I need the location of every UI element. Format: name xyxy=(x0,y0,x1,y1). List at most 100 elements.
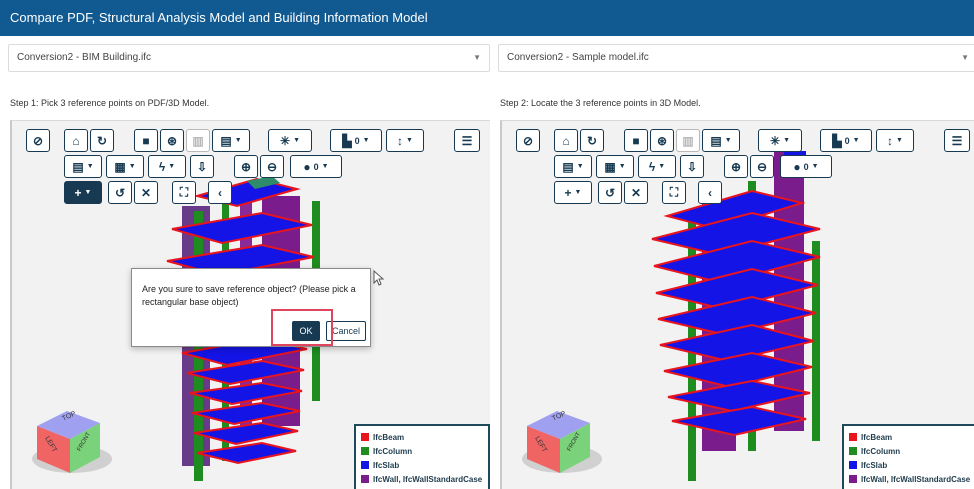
comment-count: 0 xyxy=(803,161,809,172)
column-swatch xyxy=(849,447,857,455)
legend-item-slab: IfcSlab xyxy=(361,458,483,472)
legend-item-beam: IfcBeam xyxy=(849,430,971,444)
legend: IfcBeam IfcColumn IfcSlab IfcWall, IfcWa… xyxy=(842,424,974,489)
title-bar: Compare PDF, Structural Analysis Model a… xyxy=(0,0,974,36)
wall-swatch xyxy=(361,475,369,483)
comments-button[interactable]: ● 0 ▼ xyxy=(290,155,342,178)
import-button[interactable]: ⇩ xyxy=(680,155,704,178)
list-button[interactable]: ☰ xyxy=(454,129,480,152)
legend-item-slab: IfcSlab xyxy=(849,458,971,472)
chevron-down-icon: ▼ xyxy=(658,163,666,170)
square-icon: ■ xyxy=(632,133,640,148)
building-icon: ▥ xyxy=(682,133,694,148)
left-file-select[interactable]: Conversion2 - BIM Building.ifc ▼ xyxy=(8,44,490,72)
pdf-button[interactable]: ▙ 0 ▼ xyxy=(330,129,382,152)
lightning-icon: ϟ xyxy=(648,159,656,174)
chevron-down-icon: ▼ xyxy=(406,137,413,144)
right-3d-viewer[interactable]: TOP LEFT FRONT ⊘ ⌂ ↻ ■ ⊛ ▥ ▤ ▼ ✳ ▼ ▙ 0 ▼ ↕ ▼ … xyxy=(500,120,974,489)
analysis-button[interactable]: ϟ ▼ xyxy=(638,155,676,178)
cancel-button[interactable]: Cancel xyxy=(326,321,366,341)
refresh-button[interactable]: ↻ xyxy=(90,129,114,152)
chevron-down-icon: ▼ xyxy=(86,163,94,170)
compass-button[interactable]: ⊘ xyxy=(516,129,540,152)
cube-icon: ⊛ xyxy=(656,133,668,148)
chevron-down-icon: ▼ xyxy=(896,137,903,144)
list-icon: ☰ xyxy=(461,133,473,148)
wireframe-button[interactable]: ⊛ xyxy=(650,129,674,152)
pdf-button[interactable]: ▙ 0 ▼ xyxy=(820,129,872,152)
import-button[interactable]: ⇩ xyxy=(190,155,214,178)
right-file-select-value: Conversion2 - Sample model.ifc xyxy=(507,52,649,63)
pdf-count: 0 xyxy=(354,135,360,146)
vertical-arrows-icon: ↕ xyxy=(887,133,894,148)
zoom-in-button[interactable]: ⊕ xyxy=(724,155,748,178)
floor-plan-button[interactable]: ▤ ▼ xyxy=(212,129,250,152)
chevron-down-icon: ▼ xyxy=(783,137,790,144)
dialog-message: Are you sure to save reference object? (… xyxy=(142,284,356,307)
floor-plan-button[interactable]: ▤ ▼ xyxy=(702,129,740,152)
chevron-down-icon: ▼ xyxy=(811,163,819,170)
grid-button[interactable]: ▦ ▼ xyxy=(596,155,634,178)
home-button[interactable]: ⌂ xyxy=(554,129,578,152)
zoom-out-button[interactable]: ⊖ xyxy=(750,155,774,178)
legend-item-beam: IfcBeam xyxy=(361,430,483,444)
museum-button[interactable]: ▥ xyxy=(186,129,210,152)
legend-label: IfcBeam xyxy=(861,432,893,442)
collapse-button[interactable]: ‹ xyxy=(698,181,722,204)
legend-label: IfcSlab xyxy=(373,460,400,470)
solid-view-button[interactable]: ■ xyxy=(624,129,648,152)
close-icon: ✕ xyxy=(630,185,642,200)
solid-view-button[interactable]: ■ xyxy=(134,129,158,152)
comment-icon: ● xyxy=(303,159,311,174)
undo-button[interactable]: ↺ xyxy=(108,181,132,204)
undo-button[interactable]: ↺ xyxy=(598,181,622,204)
comments-button[interactable]: ● 0 ▼ xyxy=(780,155,832,178)
height-button[interactable]: ↕ ▼ xyxy=(386,129,424,152)
analysis-button[interactable]: ϟ ▼ xyxy=(148,155,186,178)
wall-swatch xyxy=(849,475,857,483)
pdf-icon: ▙ xyxy=(342,133,352,148)
home-button[interactable]: ⌂ xyxy=(64,129,88,152)
collapse-button[interactable]: ‹ xyxy=(208,181,232,204)
vertical-arrows-icon: ↕ xyxy=(397,133,404,148)
ok-button[interactable]: OK xyxy=(292,321,320,341)
zoom-in-button[interactable]: ⊕ xyxy=(234,155,258,178)
legend-label: IfcBeam xyxy=(373,432,405,442)
beam-swatch xyxy=(849,433,857,441)
grid-button[interactable]: ▦ ▼ xyxy=(106,155,144,178)
mouse-cursor-icon xyxy=(373,270,385,286)
museum-button[interactable]: ▥ xyxy=(676,129,700,152)
lighting-button[interactable]: ✳ ▼ xyxy=(758,129,802,152)
clear-button[interactable]: ✕ xyxy=(134,181,158,204)
fullscreen-icon: ⛶ xyxy=(179,185,189,199)
chevron-down-icon: ▼ xyxy=(84,189,92,196)
legend-label: IfcWall, IfcWallStandardCase xyxy=(861,474,971,484)
column-swatch xyxy=(361,447,369,455)
list-button[interactable]: ☰ xyxy=(944,129,970,152)
fullscreen-icon: ⛶ xyxy=(669,185,679,199)
layers-button[interactable]: ▤ ▼ xyxy=(64,155,102,178)
right-file-select[interactable]: Conversion2 - Sample model.ifc ▼ xyxy=(498,44,974,72)
cube-icon: ⊛ xyxy=(166,133,178,148)
page-title: Compare PDF, Structural Analysis Model a… xyxy=(10,10,428,25)
sun-icon: ✳ xyxy=(770,133,781,148)
height-button[interactable]: ↕ ▼ xyxy=(876,129,914,152)
layers-button[interactable]: ▤ ▼ xyxy=(554,155,592,178)
fullscreen-button[interactable]: ⛶ xyxy=(662,181,686,204)
add-button[interactable]: + ▼ xyxy=(554,181,592,204)
refresh-button[interactable]: ↻ xyxy=(580,129,604,152)
plus-icon: + xyxy=(74,185,82,200)
chevron-down-icon: ▼ xyxy=(473,53,481,62)
compass-button[interactable]: ⊘ xyxy=(26,129,50,152)
legend-item-column: IfcColumn xyxy=(849,444,971,458)
sun-icon: ✳ xyxy=(280,133,291,148)
home-icon: ⌂ xyxy=(72,133,80,148)
zoom-out-button[interactable]: ⊖ xyxy=(260,155,284,178)
lighting-button[interactable]: ✳ ▼ xyxy=(268,129,312,152)
wireframe-button[interactable]: ⊛ xyxy=(160,129,184,152)
add-button[interactable]: + ▼ xyxy=(64,181,102,204)
list-icon: ☰ xyxy=(951,133,963,148)
fullscreen-button[interactable]: ⛶ xyxy=(172,181,196,204)
refresh-icon: ↻ xyxy=(586,133,598,148)
clear-button[interactable]: ✕ xyxy=(624,181,648,204)
